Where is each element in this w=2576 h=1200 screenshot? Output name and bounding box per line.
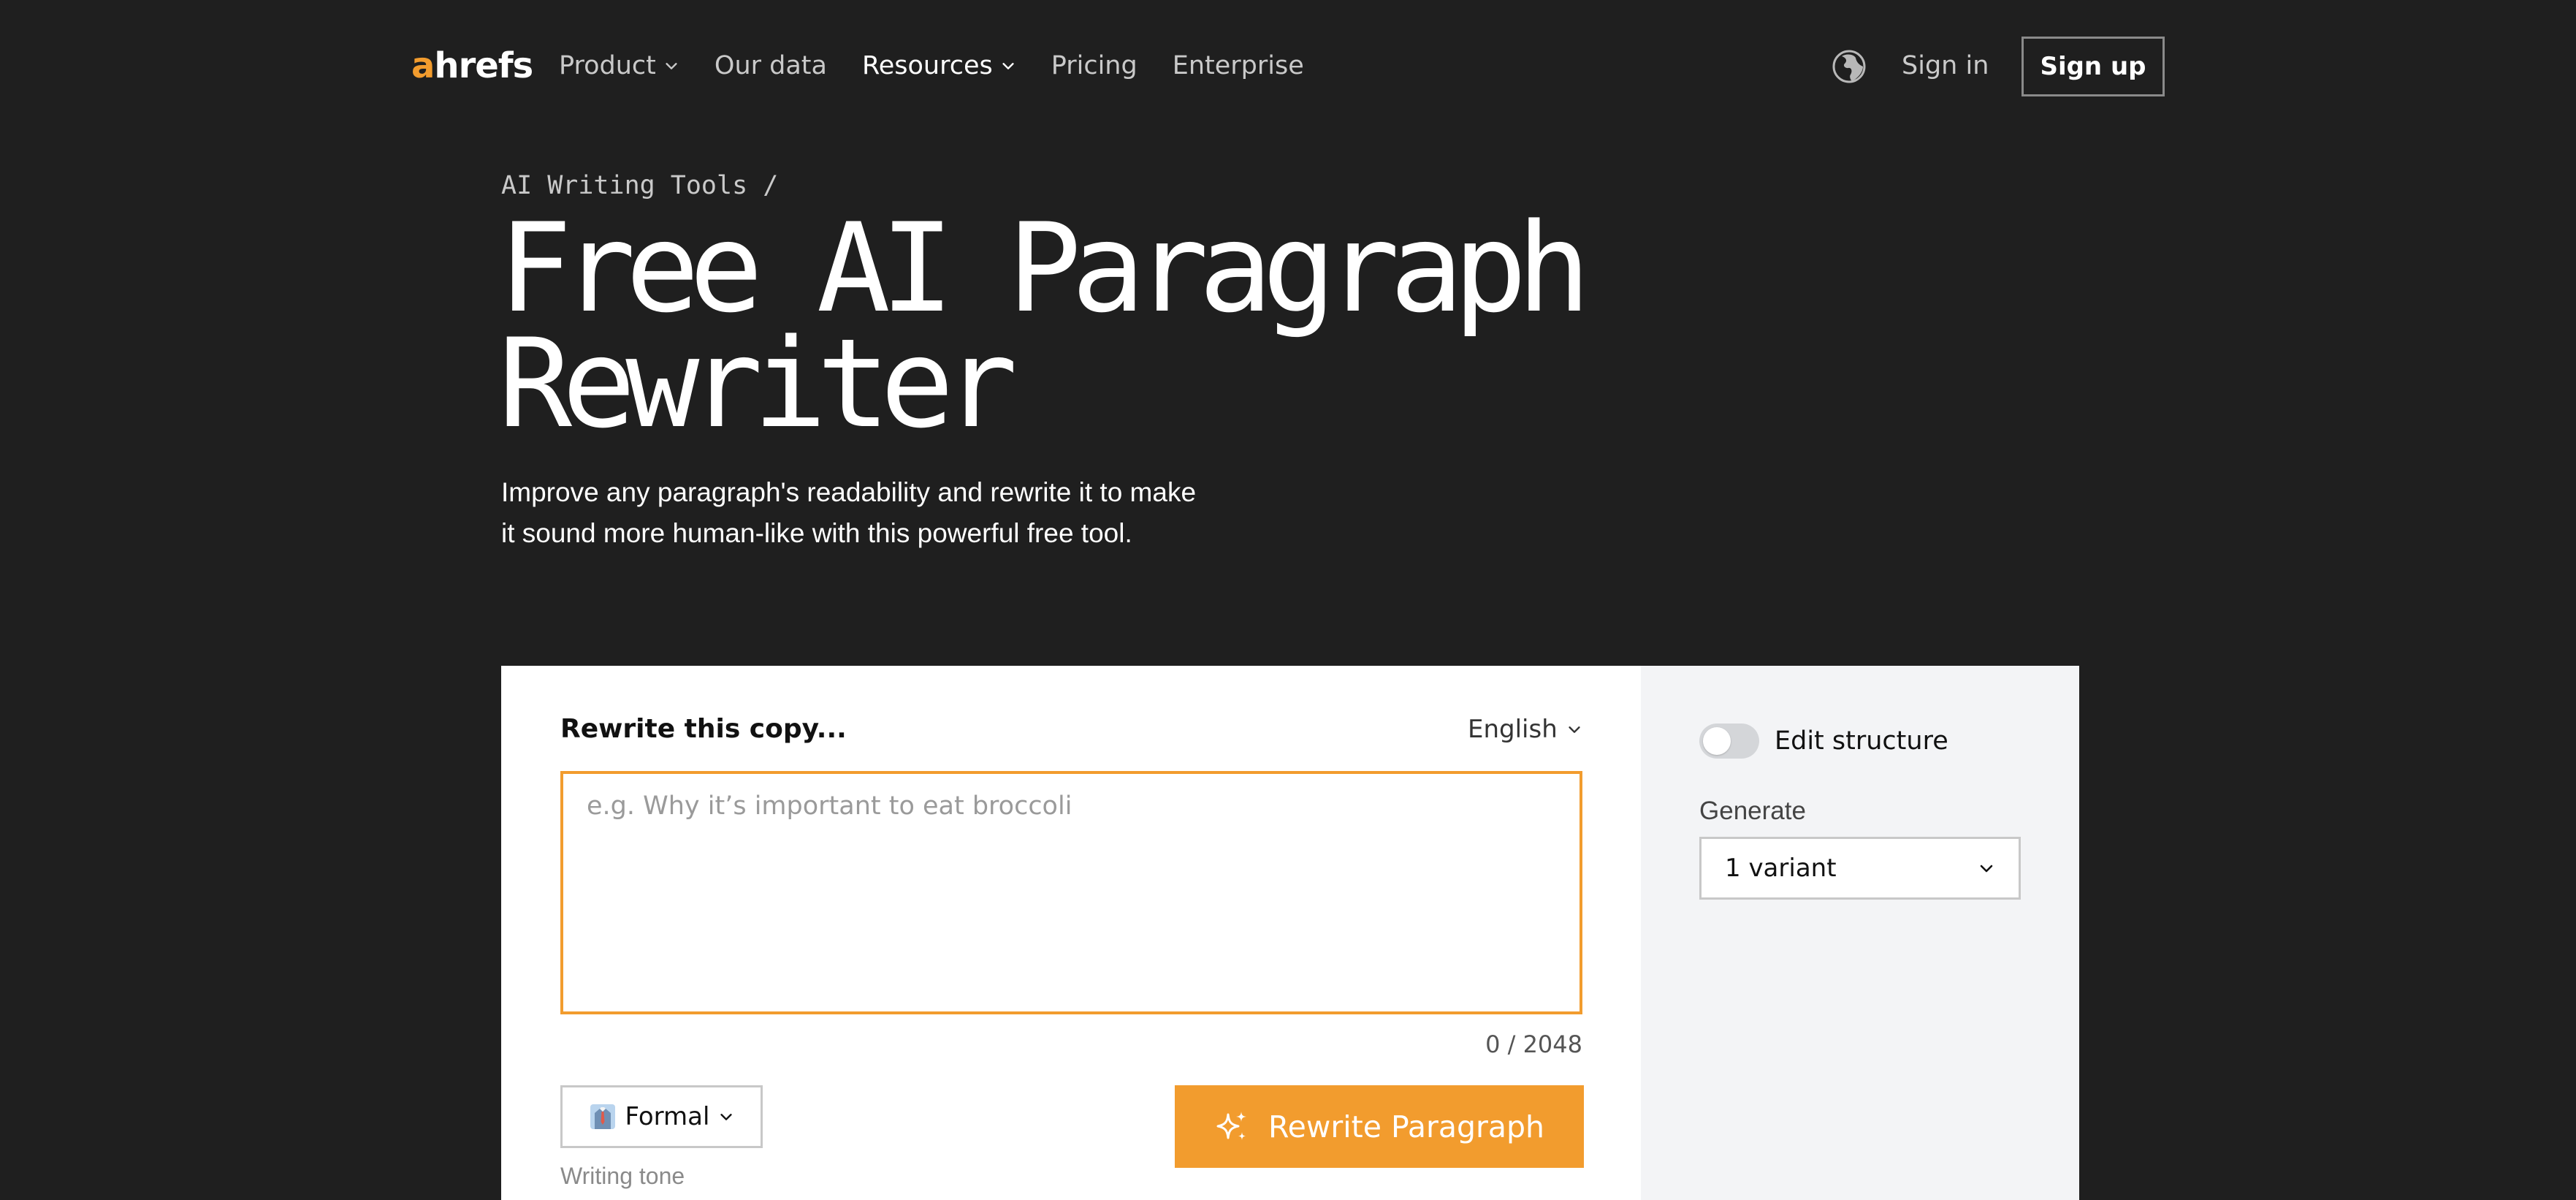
top-navigation: ahrefs Product Our data Resources Pricin… — [0, 0, 2576, 133]
breadcrumb-separator: / — [763, 171, 779, 200]
options-panel: Edit structure Generate 1 variant — [1641, 666, 2079, 1200]
nav-link-label: Our data — [714, 51, 827, 80]
edit-structure-label: Edit structure — [1775, 726, 1948, 756]
page-subtitle: Improve any paragraph's readability and … — [501, 477, 1197, 548]
sign-up-button[interactable]: Sign up — [2021, 37, 2165, 96]
rewrite-paragraph-label: Rewrite Paragraph — [1268, 1109, 1544, 1144]
nav-link-label: Product — [559, 51, 656, 80]
page-title: Free AI Paragraph Rewriter — [498, 207, 1740, 445]
edit-structure-toggle[interactable] — [1699, 724, 1759, 759]
nav-link-label: Pricing — [1051, 51, 1138, 80]
language-value: English — [1468, 715, 1558, 744]
nav-links: Product Our data Resources Pricing Enter… — [559, 39, 1339, 92]
writing-tone-caption: Writing tone — [560, 1163, 685, 1189]
ahrefs-logo[interactable]: ahrefs — [411, 39, 533, 92]
nav-link-our-data[interactable]: Our data — [715, 51, 827, 80]
character-count: 0 / 2048 — [1485, 1030, 1582, 1058]
chevron-down-icon — [1569, 726, 1580, 733]
input-label: Rewrite this copy... — [560, 714, 847, 744]
logo-wordmark: hrefs — [434, 45, 533, 86]
generate-label: Generate — [1699, 797, 1806, 825]
writing-tone-value: Formal — [625, 1102, 710, 1131]
rewrite-paragraph-button[interactable]: Rewrite Paragraph — [1175, 1085, 1584, 1168]
sign-in-link[interactable]: Sign in — [1902, 39, 1989, 92]
nav-link-resources[interactable]: Resources — [862, 51, 1016, 80]
breadcrumb-link-ai-writing-tools[interactable]: AI Writing Tools — [501, 171, 747, 200]
chevron-down-icon — [720, 1114, 733, 1120]
toggle-knob — [1703, 727, 1731, 755]
variant-count-select[interactable]: 1 variant — [1699, 837, 2021, 900]
chevron-down-icon — [666, 63, 677, 69]
nav-link-product[interactable]: Product — [559, 51, 679, 80]
nav-link-pricing[interactable]: Pricing — [1051, 51, 1138, 80]
chevron-down-icon — [1002, 63, 1014, 69]
logo-accent-letter: a — [411, 45, 435, 86]
globe-icon[interactable] — [1832, 49, 1867, 84]
rewriter-tool-card: Rewrite this copy... English 0 / 2048 Fo… — [501, 666, 2079, 1200]
page-title-line-2: Rewriter — [498, 312, 1018, 455]
necktie-shirt-icon — [590, 1104, 615, 1129]
language-select[interactable]: English — [1468, 711, 1582, 748]
variant-count-value: 1 variant — [1725, 854, 1837, 883]
chevron-down-icon — [1980, 865, 1993, 873]
nav-link-enterprise[interactable]: Enterprise — [1173, 51, 1304, 80]
nav-link-label: Resources — [861, 51, 993, 80]
nav-link-label: Enterprise — [1172, 51, 1304, 80]
rewriter-main-panel: Rewrite this copy... English 0 / 2048 Fo… — [501, 666, 1641, 1200]
sparkles-icon — [1216, 1111, 1246, 1140]
paragraph-input[interactable] — [560, 771, 1582, 1014]
writing-tone-select[interactable]: Formal — [560, 1085, 763, 1148]
